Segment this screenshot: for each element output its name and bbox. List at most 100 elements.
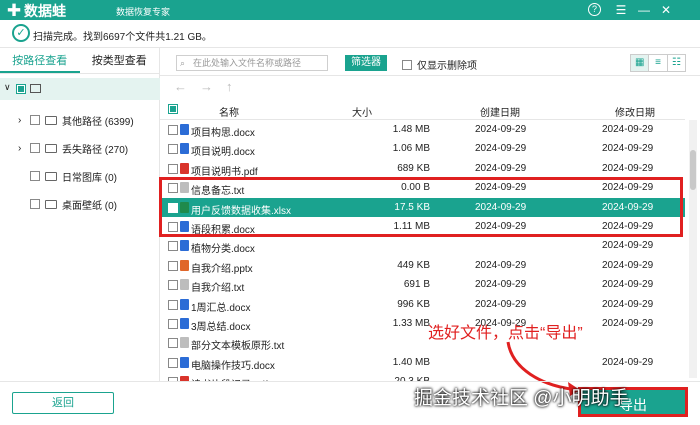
- row-checkbox[interactable]: [168, 357, 178, 368]
- created-date: 2024-09-29: [475, 279, 527, 291]
- tree-checkbox[interactable]: [30, 115, 40, 125]
- select-all-checkbox[interactable]: [168, 104, 178, 114]
- file-size: 1.40 MB: [392, 356, 430, 368]
- toolbar: ⌕ 在此处输入文件名称或路径 筛选器 仅显示删除项 ▦ ≡ ☷: [160, 48, 700, 76]
- list-view-icon[interactable]: ≡: [649, 55, 668, 71]
- row-checkbox[interactable]: [168, 280, 178, 291]
- docx-file-icon: [180, 240, 189, 252]
- row-checkbox[interactable]: [168, 125, 178, 135]
- help-icon[interactable]: ?: [588, 3, 601, 16]
- header-modified[interactable]: 修改日期: [615, 104, 655, 119]
- table-row[interactable]: 电脑操作技巧.docx 1.40 MB 2024-09-29: [160, 353, 685, 372]
- table-row[interactable]: 项目构思.docx 1.48 MB 2024-09-29 2024-09-29: [160, 120, 685, 139]
- forward-arrow-icon[interactable]: →: [200, 79, 213, 94]
- folder-icon: [45, 143, 57, 153]
- chevron-right-icon[interactable]: ›: [18, 143, 30, 154]
- chevron-down-icon[interactable]: ∨: [4, 82, 11, 93]
- back-arrow-icon[interactable]: ←: [174, 79, 187, 94]
- tab-by-path[interactable]: 按路径查看: [0, 48, 80, 73]
- chevron-right-icon[interactable]: ›: [18, 115, 30, 126]
- file-size: 689 KB: [397, 162, 430, 174]
- row-checkbox[interactable]: [168, 144, 178, 155]
- row-checkbox[interactable]: [168, 163, 178, 174]
- file-size: 1.33 MB: [392, 318, 430, 329]
- file-size: 1.06 MB: [392, 143, 430, 155]
- table-row[interactable]: 3周总结.docx 1.33 MB 2024-09-29 2024-09-29: [160, 314, 685, 333]
- folder-icon: [45, 171, 57, 181]
- highlight-box: [159, 177, 683, 237]
- title-bar: ✚ 数据蛙 数据恢复专家 ? ☰ — ✕: [0, 0, 700, 20]
- plus-icon: ✚: [6, 1, 22, 20]
- close-icon[interactable]: ✕: [658, 2, 674, 18]
- search-icon: ⌕: [180, 58, 186, 68]
- back-button[interactable]: 返回: [12, 392, 114, 414]
- tree-item-label: 日常图库 (0): [62, 172, 117, 184]
- tree-item-label: 其他路径 (6399): [62, 116, 134, 128]
- up-arrow-icon[interactable]: ↑: [226, 79, 233, 94]
- menu-icon[interactable]: ☰: [613, 2, 629, 18]
- detail-view-icon[interactable]: ☷: [668, 55, 685, 71]
- file-size: 1.48 MB: [392, 124, 430, 135]
- minimize-icon[interactable]: —: [636, 2, 652, 18]
- search-input[interactable]: ⌕ 在此处输入文件名称或路径: [176, 55, 328, 71]
- file-name: 项目构思.docx: [191, 128, 255, 139]
- table-row[interactable]: 植物分类.docx 2024-09-29: [160, 236, 685, 255]
- file-size: 996 KB: [397, 298, 430, 310]
- tree-item-wallpaper[interactable]: 桌面壁纸 (0): [18, 194, 117, 214]
- header-created[interactable]: 创建日期: [480, 104, 520, 119]
- modified-date: 2024-09-29: [602, 162, 654, 174]
- row-checkbox[interactable]: [168, 241, 178, 252]
- tree-item-daily-gallery[interactable]: 日常图库 (0): [18, 166, 117, 186]
- tab-by-type[interactable]: 按类型查看: [80, 48, 160, 73]
- only-deleted-label: 仅显示删除项: [417, 61, 477, 72]
- app-logo: ✚ 数据蛙: [6, 1, 66, 21]
- row-checkbox[interactable]: [168, 260, 178, 271]
- file-list: 项目构思.docx 1.48 MB 2024-09-29 2024-09-29 项目说明…: [160, 120, 685, 382]
- folder-icon: [45, 115, 57, 125]
- file-size: 449 KB: [397, 259, 430, 271]
- file-name: 1周汇总.docx: [191, 302, 251, 314]
- tree-checkbox[interactable]: [30, 199, 40, 209]
- docx-file-icon: [180, 356, 189, 368]
- root-checkbox[interactable]: [16, 84, 26, 94]
- modified-date: 2024-09-29: [602, 279, 654, 291]
- row-checkbox[interactable]: [168, 338, 178, 349]
- scrollbar-thumb[interactable]: [690, 150, 696, 190]
- row-checkbox[interactable]: [168, 319, 178, 329]
- table-row[interactable]: 自我介绍.txt 691 B 2024-09-29 2024-09-29: [160, 275, 685, 294]
- docx-file-icon: [180, 318, 189, 329]
- tree-root-drive[interactable]: ∨: [0, 78, 160, 100]
- created-date: 2024-09-29: [475, 162, 527, 174]
- file-name: 项目说明书.pdf: [191, 166, 258, 178]
- modified-date: 2024-09-29: [602, 356, 654, 368]
- file-name: 植物分类.docx: [191, 244, 255, 256]
- grid-view-icon[interactable]: ▦: [631, 55, 650, 71]
- txt-file-icon: [180, 337, 189, 349]
- file-name: 自我介绍.txt: [191, 283, 245, 295]
- file-name: 项目说明.docx: [191, 147, 255, 159]
- only-deleted-checkbox[interactable]: [402, 59, 412, 70]
- row-checkbox[interactable]: [168, 299, 178, 310]
- scan-status-text: 扫描完成。找到6697个文件共1.21 GB。: [33, 32, 212, 43]
- txt-file-icon: [180, 279, 189, 291]
- table-row[interactable]: 自我介绍.pptx 449 KB 2024-09-29 2024-09-29: [160, 256, 685, 275]
- header-size[interactable]: 大小: [352, 104, 372, 119]
- tree-item-other-paths[interactable]: › 其他路径 (6399): [18, 110, 134, 130]
- table-row[interactable]: 部分文本模板原形.txt: [160, 333, 685, 352]
- file-name: 3周总结.docx: [191, 322, 251, 333]
- table-row[interactable]: 项目说明.docx 1.06 MB 2024-09-29 2024-09-29: [160, 139, 685, 158]
- table-row[interactable]: 1周汇总.docx 996 KB 2024-09-29 2024-09-29: [160, 295, 685, 314]
- filter-button[interactable]: 筛选器: [345, 55, 387, 71]
- header-name[interactable]: 名称: [219, 104, 239, 119]
- scrollbar[interactable]: [689, 120, 697, 378]
- tree-checkbox[interactable]: [30, 143, 40, 153]
- tree-checkbox[interactable]: [30, 171, 40, 181]
- table-row[interactable]: 项目说明书.pdf 689 KB 2024-09-29 2024-09-29: [160, 159, 685, 178]
- tree-item-lost-paths[interactable]: › 丢失路径 (270): [18, 138, 128, 158]
- left-panel: 按路径查看 按类型查看 ∨ › 其他路径 (6399) › 丢失路径 (270)…: [0, 48, 160, 381]
- status-bar: ✓ 扫描完成。找到6697个文件共1.21 GB。: [0, 20, 700, 48]
- docx-file-icon: [180, 298, 189, 310]
- pptx-file-icon: [180, 259, 189, 271]
- only-deleted-toggle[interactable]: 仅显示删除项: [402, 57, 477, 72]
- app-subtitle: 数据恢复专家: [116, 7, 171, 17]
